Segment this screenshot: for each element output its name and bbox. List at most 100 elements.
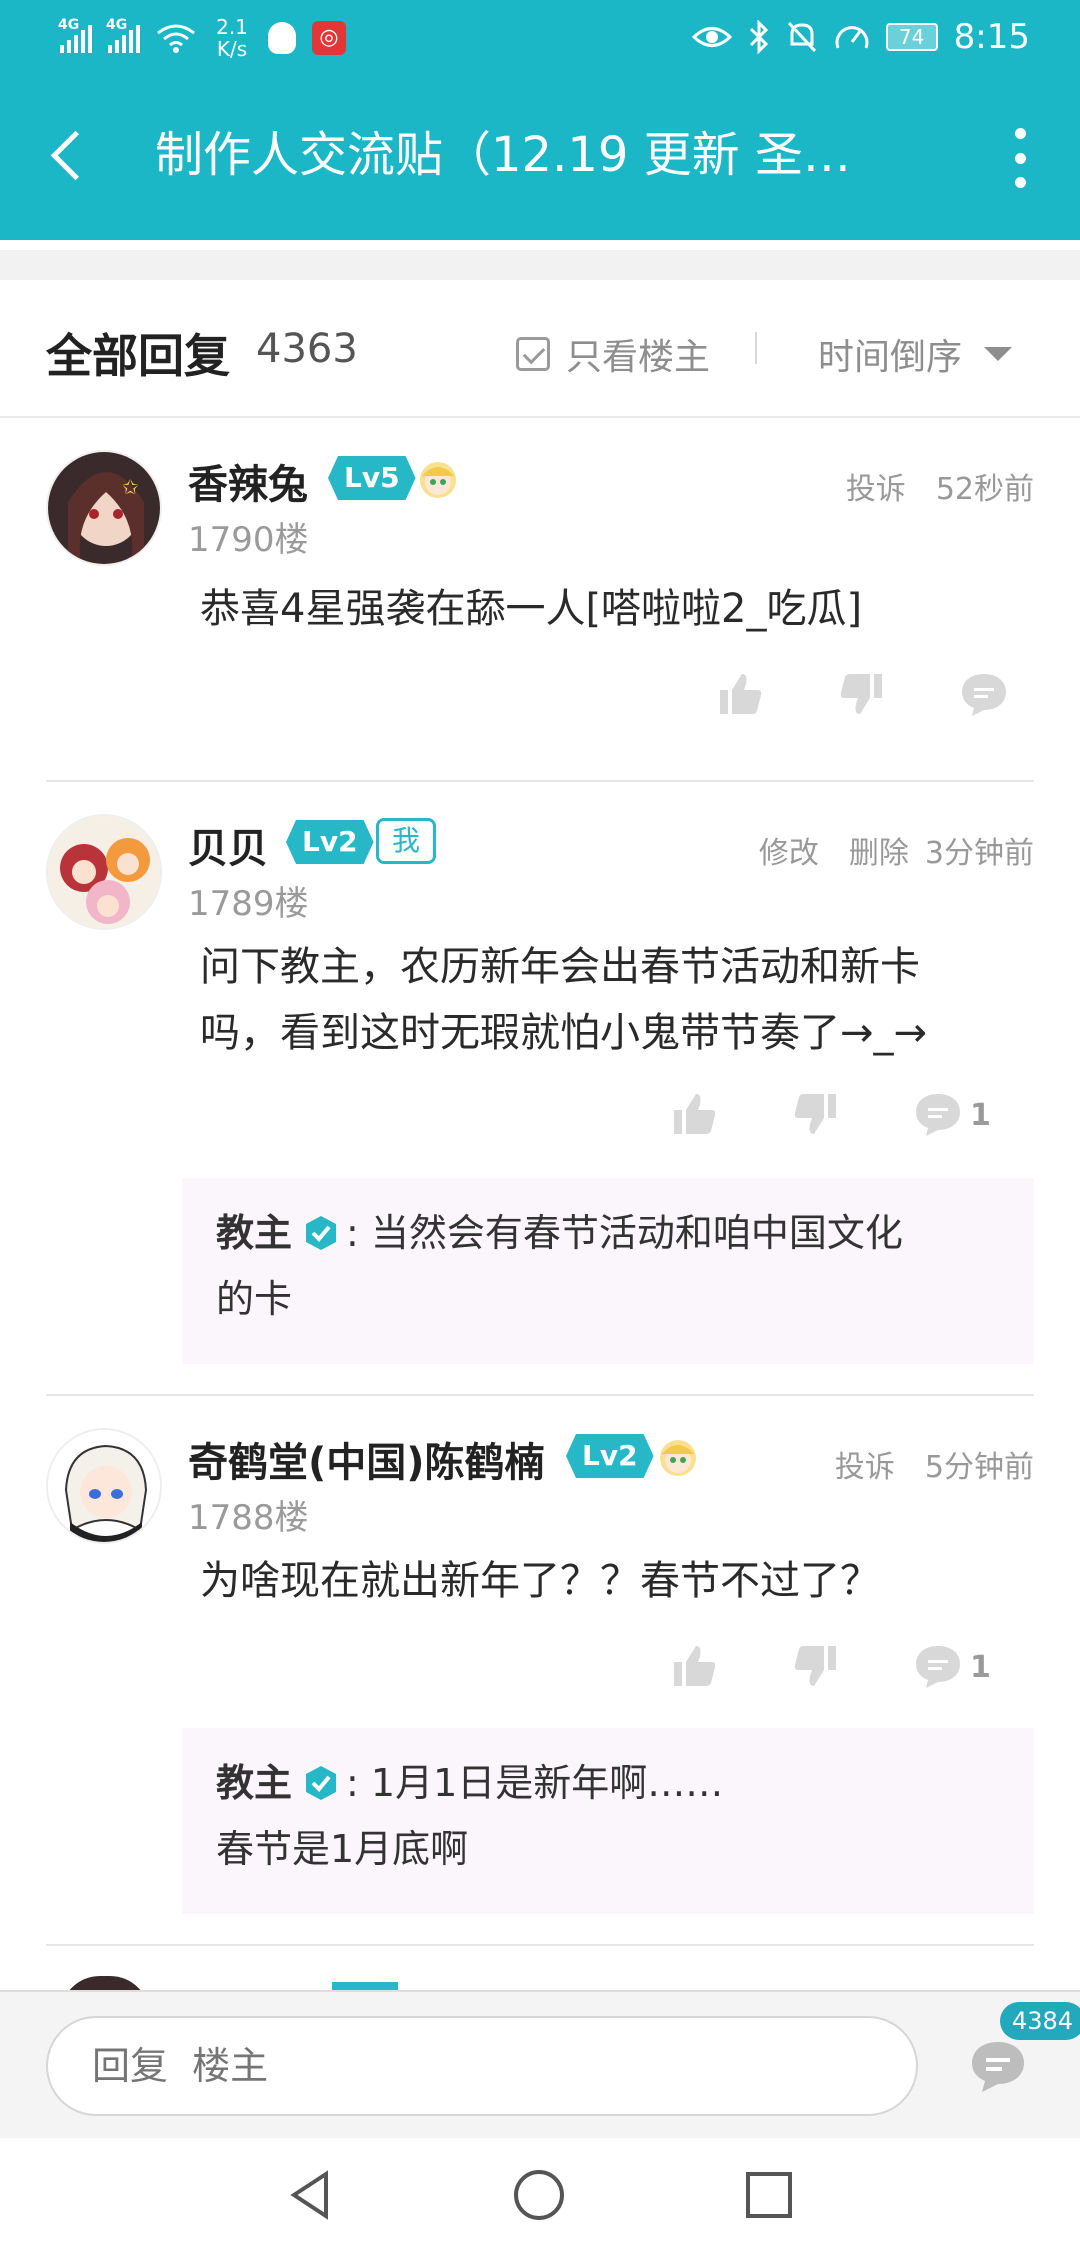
network-type-label-2: 4G	[106, 17, 128, 33]
sub-reply-author[interactable]: 教主	[216, 1211, 292, 1255]
top-bar: 4G 4G 2.1 K/s ◎ 74 8:15 制作人交流贴（12.19 更新 …	[0, 0, 1080, 240]
reply-actions: 1	[668, 1084, 991, 1144]
sort-dropdown[interactable]: 时间倒序	[818, 328, 1013, 380]
comments-count-badge: 4384	[1000, 2002, 1080, 2040]
like-icon[interactable]	[714, 668, 766, 720]
sub-reply[interactable]: 教主 : 1月1日是新年啊…… 春节是1月底啊	[182, 1728, 1034, 1914]
reply-time: 3分钟前	[924, 836, 1034, 871]
reply-meta: 修改 删除 3分钟前	[759, 828, 1034, 872]
report-link[interactable]: 投诉	[846, 464, 906, 508]
dislike-icon[interactable]	[790, 1088, 842, 1140]
comment-icon[interactable]: 1	[912, 1640, 991, 1692]
sub-reply[interactable]: 教主 : 当然会有春节活动和咱中国文化 的卡	[182, 1178, 1034, 1364]
delete-link[interactable]: 删除	[849, 828, 909, 872]
comment-icon[interactable]: 1	[912, 1088, 991, 1140]
clock: 8:15	[953, 17, 1030, 57]
avatar[interactable]	[46, 1428, 162, 1544]
dislike-icon[interactable]	[790, 1640, 842, 1692]
floor-number: 1788楼	[188, 1498, 309, 1538]
dropdown-arrow-icon	[984, 347, 1013, 361]
reply-meta: 投诉 5分钟前	[835, 1442, 1034, 1486]
signal-icon-2: 4G	[106, 17, 140, 53]
page-title: 制作人交流贴（12.19 更新 圣…	[155, 127, 851, 183]
network-speed: 2.1 K/s	[216, 15, 248, 61]
reply-divider	[46, 1394, 1034, 1396]
reply-actions	[714, 664, 1010, 724]
filter-separator	[755, 332, 757, 364]
back-arrow-icon[interactable]	[40, 120, 100, 190]
floor-number: 1789楼	[188, 884, 309, 924]
reply-item: 奇鹤堂(中国)陈鹤楠 Lv2 投诉 5分钟前 1788楼 为啥现在就出新年了？？…	[46, 1428, 1034, 1978]
status-bar: 4G 4G 2.1 K/s ◎ 74 8:15	[0, 0, 1080, 72]
reply-meta: 投诉 52秒前	[846, 464, 1034, 508]
reply-content: 问下教主，农历新年会出春节活动和新卡 吗，看到这时无瑕就怕小鬼带节奏了→_→	[200, 934, 1020, 1066]
reply-input-bar: 4384	[0, 1990, 1080, 2138]
section-divider	[0, 240, 1080, 280]
reply-actions: 1	[668, 1636, 991, 1696]
sub-reply-text: : 1月1日是新年啊……	[346, 1761, 724, 1805]
level-badge: Lv2	[286, 820, 374, 864]
reply-count: 4363	[256, 326, 358, 372]
netease-music-icon: ◎	[312, 21, 346, 55]
level-badge: Lv5	[328, 456, 416, 500]
reply-content-line: 问下教主，农历新年会出春节活动和新卡	[200, 944, 920, 990]
username[interactable]: 香辣兔	[188, 452, 308, 510]
like-icon[interactable]	[668, 1640, 720, 1692]
reply-item: ✩ 香辣兔 Lv5 投诉 52秒前 1790楼 恭喜4星强袭在舔一人[嗒啦啦2_…	[46, 450, 1034, 780]
network-type-label: 4G	[58, 17, 80, 33]
eye-icon	[691, 27, 732, 47]
reply-time: 52秒前	[935, 472, 1034, 507]
sort-label: 时间倒序	[818, 337, 963, 378]
sub-reply-text: 的卡	[216, 1277, 293, 1321]
comment-count: 1	[970, 1650, 991, 1685]
comments-icon[interactable]	[968, 2038, 1028, 2094]
avatar-peek	[60, 1976, 150, 1990]
only-op-toggle[interactable]: 只看楼主	[516, 328, 710, 380]
avatar[interactable]	[46, 814, 162, 930]
reply-content: 恭喜4星强袭在舔一人[嗒啦啦2_吃瓜]	[200, 586, 863, 632]
reply-divider	[46, 780, 1034, 782]
level-badge-peek	[332, 1982, 398, 1990]
reply-input[interactable]	[46, 2016, 918, 2116]
svg-text:✩: ✩	[122, 475, 139, 499]
next-reply-peek	[46, 1972, 1034, 1990]
checkbox-icon[interactable]	[516, 337, 550, 371]
dislike-icon[interactable]	[836, 668, 888, 720]
username[interactable]: 奇鹤堂(中国)陈鹤楠	[188, 1430, 545, 1488]
all-replies-heading: 全部回复	[46, 329, 230, 383]
speedometer-icon	[835, 26, 869, 49]
verified-badge-icon	[306, 1766, 337, 1800]
reply-content-line: 吗，看到这时无瑕就怕小鬼带节奏了→_→	[200, 1010, 928, 1056]
report-link[interactable]: 投诉	[835, 1442, 895, 1486]
like-icon[interactable]	[668, 1088, 720, 1140]
system-nav-bar	[0, 2138, 1080, 2244]
wifi-icon	[156, 23, 196, 53]
nav-back-icon[interactable]	[284, 2168, 338, 2222]
signal-icon: 4G	[58, 17, 92, 53]
reply-content: 为啥现在就出新年了？？春节不过了？	[200, 1558, 880, 1604]
avatar[interactable]: ✩	[46, 450, 162, 566]
sub-reply-text: 春节是1月底啊	[216, 1827, 469, 1871]
reply-divider	[46, 1944, 1034, 1946]
nav-recents-icon[interactable]	[742, 2168, 796, 2222]
sub-reply-text: : 当然会有春节活动和咱中国文化	[346, 1211, 903, 1255]
bluetooth-icon	[749, 20, 768, 54]
reply-filter-bar: 全部回复 4363 只看楼主 时间倒序	[0, 280, 1080, 418]
comment-count: 1	[970, 1098, 991, 1133]
mascot-badge-icon	[660, 1440, 696, 1476]
nav-home-icon[interactable]	[512, 2168, 566, 2222]
mute-bell-icon	[787, 21, 816, 53]
mascot-badge-icon	[420, 462, 456, 498]
battery-icon: 74	[885, 23, 938, 51]
sub-reply-author[interactable]: 教主	[216, 1761, 292, 1805]
username[interactable]: 贝贝	[188, 816, 268, 874]
verified-badge-icon	[306, 1216, 337, 1250]
floor-number: 1790楼	[188, 520, 309, 560]
comment-icon[interactable]	[958, 668, 1010, 720]
more-menu-icon[interactable]	[1000, 128, 1040, 188]
reply-item: 贝贝 Lv2 我 修改 删除 3分钟前 1789楼 问下教主，农历新年会出春节活…	[46, 814, 1034, 1394]
edit-link[interactable]: 修改	[759, 828, 819, 872]
level-badge: Lv2	[566, 1434, 654, 1478]
qq-icon	[268, 22, 296, 54]
me-tag: 我	[376, 818, 436, 864]
